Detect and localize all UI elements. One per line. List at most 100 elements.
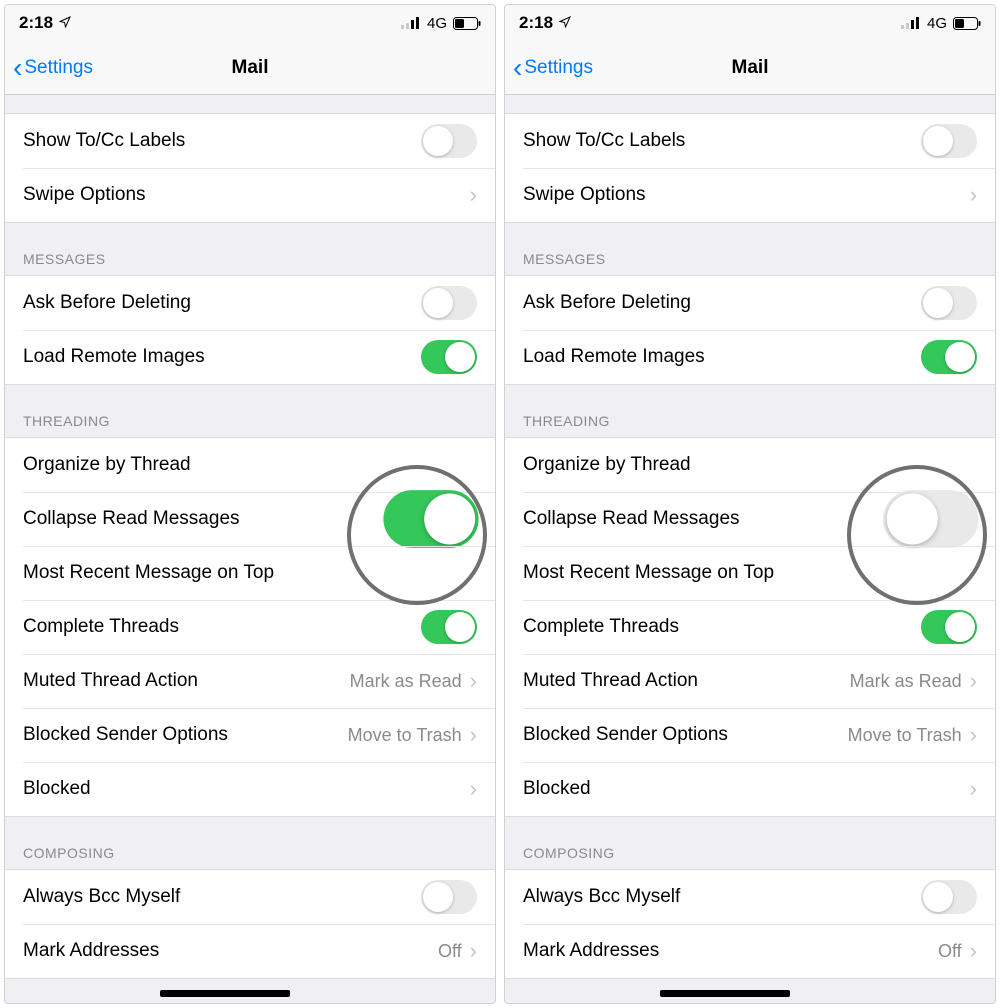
status-bar: 2:18 4G bbox=[5, 5, 495, 41]
back-label: Settings bbox=[24, 57, 93, 79]
section-header-threading: THREADING bbox=[505, 385, 995, 437]
label-show-tocc: Show To/Cc Labels bbox=[523, 130, 921, 152]
label-organize-thread: Organize by Thread bbox=[523, 454, 977, 476]
label-mark-addresses: Mark Addresses bbox=[23, 940, 438, 962]
row-blocked[interactable]: Blocked › bbox=[505, 762, 995, 816]
row-complete-threads[interactable]: Complete Threads bbox=[5, 600, 495, 654]
chevron-right-icon: › bbox=[470, 670, 477, 692]
section-header-composing: COMPOSING bbox=[505, 817, 995, 869]
row-mark-addresses[interactable]: Mark Addresses Off › bbox=[5, 924, 495, 978]
label-organize-thread: Organize by Thread bbox=[23, 454, 477, 476]
row-swipe-options[interactable]: Swipe Options › bbox=[5, 168, 495, 222]
label-collapse-read: Collapse Read Messages bbox=[23, 508, 403, 530]
label-always-bcc: Always Bcc Myself bbox=[23, 886, 421, 908]
label-always-bcc: Always Bcc Myself bbox=[523, 886, 921, 908]
network-label: 4G bbox=[427, 15, 447, 32]
chevron-left-icon: ‹ bbox=[513, 54, 522, 82]
toggle-ask-before-delete[interactable] bbox=[921, 286, 977, 320]
row-most-recent-top[interactable]: Most Recent Message on Top bbox=[505, 546, 995, 600]
toggle-collapse-read[interactable] bbox=[883, 490, 978, 548]
row-blocked-sender[interactable]: Blocked Sender Options Move to Trash › bbox=[505, 708, 995, 762]
row-organize-thread[interactable]: Organize by Thread bbox=[5, 438, 495, 492]
toggle-show-tocc[interactable] bbox=[421, 124, 477, 158]
chevron-right-icon: › bbox=[470, 724, 477, 746]
row-load-remote[interactable]: Load Remote Images bbox=[505, 330, 995, 384]
toggle-load-remote[interactable] bbox=[921, 340, 977, 374]
back-label: Settings bbox=[524, 57, 593, 79]
row-blocked[interactable]: Blocked › bbox=[5, 762, 495, 816]
row-complete-threads[interactable]: Complete Threads bbox=[505, 600, 995, 654]
toggle-complete-threads[interactable] bbox=[921, 610, 977, 644]
row-muted-action[interactable]: Muted Thread Action Mark as Read › bbox=[5, 654, 495, 708]
annotation-redaction bbox=[160, 990, 290, 997]
row-muted-action[interactable]: Muted Thread Action Mark as Read › bbox=[505, 654, 995, 708]
toggle-collapse-read[interactable] bbox=[383, 490, 478, 548]
status-time: 2:18 bbox=[19, 13, 53, 33]
toggle-show-tocc[interactable] bbox=[921, 124, 977, 158]
battery-icon bbox=[953, 17, 981, 30]
row-ask-before-delete[interactable]: Ask Before Deleting bbox=[5, 276, 495, 330]
settings-content[interactable]: Show To/Cc Labels Swipe Options › MESSAG… bbox=[505, 95, 995, 1003]
row-always-bcc[interactable]: Always Bcc Myself bbox=[5, 870, 495, 924]
label-collapse-read: Collapse Read Messages bbox=[523, 508, 903, 530]
row-swipe-options[interactable]: Swipe Options › bbox=[505, 168, 995, 222]
toggle-always-bcc[interactable] bbox=[921, 880, 977, 914]
page-title: Mail bbox=[732, 57, 769, 79]
value-muted-action: Mark as Read bbox=[850, 671, 962, 692]
label-blocked: Blocked bbox=[23, 778, 470, 800]
signal-icon bbox=[401, 17, 421, 29]
label-show-tocc: Show To/Cc Labels bbox=[23, 130, 421, 152]
row-always-bcc[interactable]: Always Bcc Myself bbox=[505, 870, 995, 924]
label-swipe-options: Swipe Options bbox=[23, 184, 470, 206]
status-time: 2:18 bbox=[519, 13, 553, 33]
label-swipe-options: Swipe Options bbox=[523, 184, 970, 206]
label-complete-threads: Complete Threads bbox=[523, 616, 921, 638]
row-collapse-read[interactable]: Collapse Read Messages bbox=[505, 492, 995, 546]
label-ask-before-delete: Ask Before Deleting bbox=[523, 292, 921, 314]
location-icon bbox=[59, 16, 71, 31]
signal-icon bbox=[901, 17, 921, 29]
chevron-right-icon: › bbox=[970, 724, 977, 746]
page-title: Mail bbox=[232, 57, 269, 79]
chevron-right-icon: › bbox=[970, 778, 977, 800]
battery-icon bbox=[453, 17, 481, 30]
row-most-recent-top[interactable]: Most Recent Message on Top bbox=[5, 546, 495, 600]
row-organize-thread[interactable]: Organize by Thread bbox=[505, 438, 995, 492]
back-button[interactable]: ‹ Settings bbox=[13, 41, 93, 94]
chevron-right-icon: › bbox=[970, 670, 977, 692]
section-spacer bbox=[505, 95, 995, 113]
row-ask-before-delete[interactable]: Ask Before Deleting bbox=[505, 276, 995, 330]
network-label: 4G bbox=[927, 15, 947, 32]
label-load-remote: Load Remote Images bbox=[23, 346, 421, 368]
settings-content[interactable]: Show To/Cc Labels Swipe Options › MESSAG… bbox=[5, 95, 495, 1003]
section-header-messages: MESSAGES bbox=[5, 223, 495, 275]
row-show-tocc[interactable]: Show To/Cc Labels bbox=[505, 114, 995, 168]
back-button[interactable]: ‹ Settings bbox=[513, 41, 593, 94]
chevron-right-icon: › bbox=[470, 184, 477, 206]
value-mark-addresses: Off bbox=[438, 941, 462, 962]
value-blocked-sender: Move to Trash bbox=[348, 725, 462, 746]
toggle-complete-threads[interactable] bbox=[421, 610, 477, 644]
row-blocked-sender[interactable]: Blocked Sender Options Move to Trash › bbox=[5, 708, 495, 762]
label-muted-action: Muted Thread Action bbox=[523, 670, 850, 692]
row-mark-addresses[interactable]: Mark Addresses Off › bbox=[505, 924, 995, 978]
status-bar: 2:18 4G bbox=[505, 5, 995, 41]
row-collapse-read[interactable]: Collapse Read Messages bbox=[5, 492, 495, 546]
section-header-messages: MESSAGES bbox=[505, 223, 995, 275]
label-most-recent-top: Most Recent Message on Top bbox=[23, 562, 477, 584]
toggle-always-bcc[interactable] bbox=[421, 880, 477, 914]
label-blocked-sender: Blocked Sender Options bbox=[523, 724, 848, 746]
chevron-right-icon: › bbox=[970, 184, 977, 206]
location-icon bbox=[559, 16, 571, 31]
chevron-right-icon: › bbox=[470, 940, 477, 962]
value-muted-action: Mark as Read bbox=[350, 671, 462, 692]
nav-bar: ‹ Settings Mail bbox=[505, 41, 995, 95]
toggle-ask-before-delete[interactable] bbox=[421, 286, 477, 320]
row-load-remote[interactable]: Load Remote Images bbox=[5, 330, 495, 384]
row-show-tocc[interactable]: Show To/Cc Labels bbox=[5, 114, 495, 168]
nav-bar: ‹ Settings Mail bbox=[5, 41, 495, 95]
value-mark-addresses: Off bbox=[938, 941, 962, 962]
label-mark-addresses: Mark Addresses bbox=[523, 940, 938, 962]
toggle-load-remote[interactable] bbox=[421, 340, 477, 374]
value-blocked-sender: Move to Trash bbox=[848, 725, 962, 746]
